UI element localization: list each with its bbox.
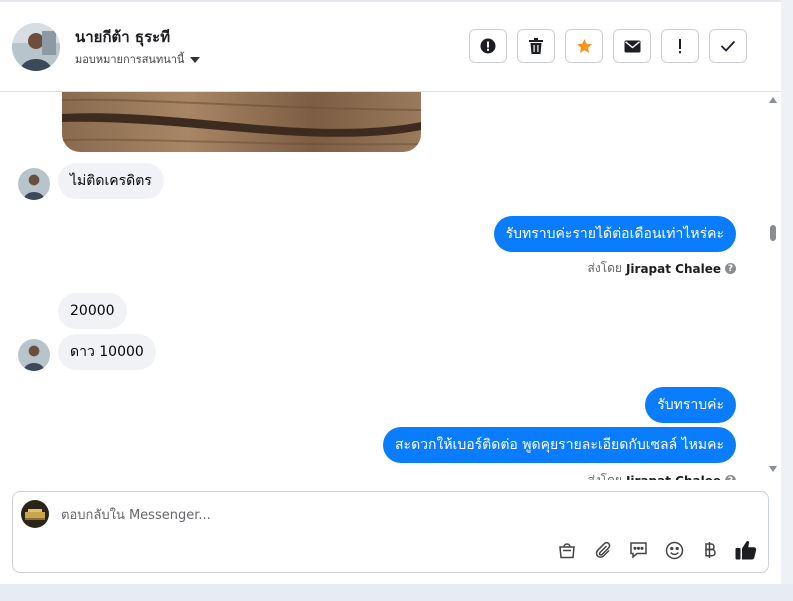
scroll-up-arrow[interactable] xyxy=(769,97,777,103)
contact-avatar[interactable] xyxy=(12,23,60,71)
outgoing-message: รับทราบค่ะ xyxy=(645,387,736,423)
incoming-message: 20000 xyxy=(58,293,127,329)
checkmark-icon xyxy=(720,40,736,52)
assign-label: มอบหมายการสนทนานี้ xyxy=(75,53,185,66)
baht-icon[interactable] xyxy=(699,539,721,561)
outgoing-message: สะดวกให้เบอร์ติดต่อ พูดคุยรายละเอียดกับเ… xyxy=(383,427,736,463)
trash-icon xyxy=(529,38,543,54)
shopping-bag-icon[interactable] xyxy=(556,539,578,561)
exclamation-icon xyxy=(679,38,681,53)
contact-avatar-small xyxy=(18,168,50,200)
thumbs-up-icon[interactable] xyxy=(735,539,757,561)
message-thread: ไม่ติดเครดิตร รับทราบค่ะรายได้ต่อเดือนเท… xyxy=(0,92,781,480)
scroll-down-arrow[interactable] xyxy=(769,466,777,472)
agent-name: Jirapat Chalee xyxy=(626,474,721,481)
alert-button[interactable] xyxy=(469,29,507,63)
outgoing-message: รับทราบค่ะรายได้ต่อเดือนเท่าไหร่คะ xyxy=(493,216,736,252)
assign-conversation-dropdown[interactable]: มอบหมายการสนทนานี้ xyxy=(75,50,201,68)
sent-by-label: ส่งโดย Jirapat Chalee ? xyxy=(588,259,736,278)
emoji-icon[interactable] xyxy=(663,539,685,561)
page-avatar xyxy=(21,500,49,528)
agent-name: Jirapat Chalee xyxy=(625,261,721,276)
incoming-message: ดาว 10000 xyxy=(58,334,156,370)
exclamation-circle-icon xyxy=(480,38,496,54)
caret-down-icon xyxy=(190,56,201,63)
conversation-header: นายกีต้า ธุระที มอบหมายการสนทนานี้ xyxy=(0,2,781,92)
saved-reply-icon[interactable] xyxy=(627,539,649,561)
mark-unread-button[interactable] xyxy=(613,29,651,63)
envelope-icon xyxy=(624,40,640,52)
star-icon xyxy=(576,38,592,53)
sent-by-label: ส่งโดย Jirapat Chalee ? xyxy=(588,471,736,481)
contact-avatar-small xyxy=(18,339,50,371)
reply-input[interactable] xyxy=(61,504,581,526)
follow-up-button[interactable] xyxy=(661,29,699,63)
image-attachment[interactable] xyxy=(62,92,421,152)
contact-name: นายกีต้า ธุระที xyxy=(75,28,171,46)
delete-button[interactable] xyxy=(517,29,555,63)
reply-composer xyxy=(12,491,769,573)
incoming-message: ไม่ติดเครดิตร xyxy=(58,163,164,199)
help-icon[interactable]: ? xyxy=(725,475,736,480)
help-icon[interactable]: ? xyxy=(725,263,736,274)
scroll-thumb[interactable] xyxy=(770,225,776,241)
thread-scrollbar[interactable] xyxy=(767,92,779,480)
star-button[interactable] xyxy=(565,29,603,63)
done-button[interactable] xyxy=(709,29,747,63)
paperclip-icon[interactable] xyxy=(592,539,614,561)
